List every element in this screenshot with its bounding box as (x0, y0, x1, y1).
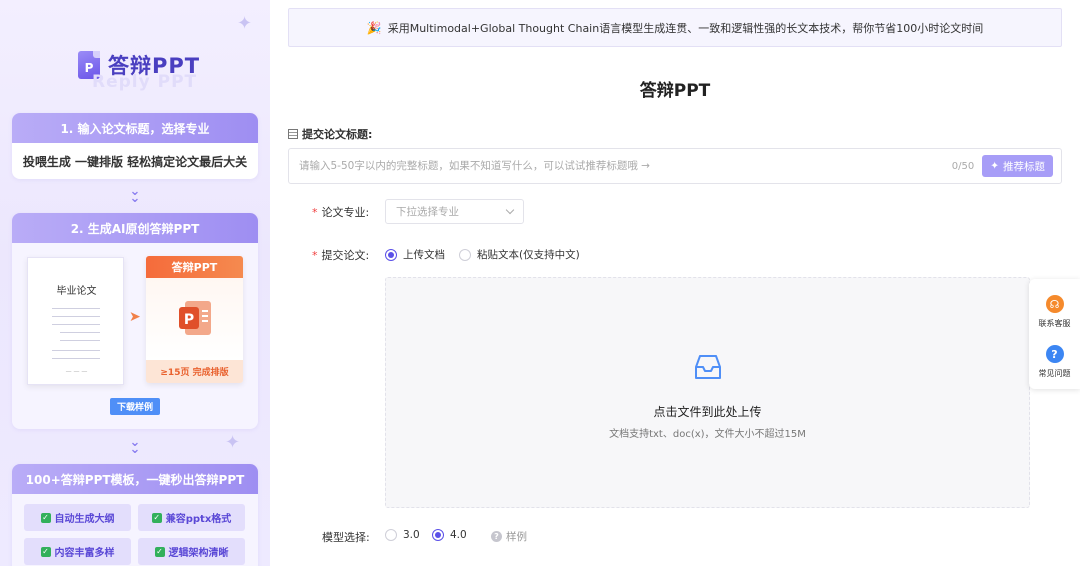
sample-link[interactable]: ? 样例 (491, 529, 527, 544)
paper-line (52, 308, 100, 309)
page-title: 答辩PPT (639, 81, 711, 101)
check-icon: ✓ (40, 546, 51, 557)
step3-card: 100+答辩PPT模板，一键秒出答辩PPT ✓ 自动生成大纲 ✓ 兼容pptx格… (12, 464, 258, 566)
submit-label: * 提交论文: (312, 247, 369, 263)
sparkle-icon: ✦ (225, 432, 241, 453)
radio-model-4[interactable]: 4.0 (432, 529, 467, 541)
paper-title: 毕业论文 (56, 286, 97, 297)
chevron-down-icon (505, 205, 515, 215)
recommend-title-button[interactable]: ✦ 推荐标题 (982, 155, 1053, 177)
check-icon: ✓ (154, 546, 165, 557)
char-counter: 0/50 (951, 160, 975, 172)
ppt-title: 答辩PPT (146, 256, 243, 278)
ppt-body: P (146, 278, 243, 360)
double-chevron-down-icon: ⌄ ⌄ (129, 184, 141, 206)
radio-button[interactable] (459, 248, 471, 261)
radio-label: 粘贴文本(仅支持中文) (477, 249, 580, 261)
announcement-banner: 🎉 采用Multimodal+Global Thought Chain语言模型生… (288, 8, 1062, 47)
title-label-text: 提交论文标题: (302, 128, 373, 141)
question-icon: ? (1045, 345, 1064, 363)
main-content: 🎉 采用Multimodal+Global Thought Chain语言模型生… (270, 0, 1080, 566)
upload-main-text: 点击文件到此处上传 (653, 405, 762, 419)
feature-item: ✓ 内容丰富多样 (24, 538, 131, 565)
radio-upload-doc[interactable]: 上传文档 (385, 247, 445, 262)
question-icon: ? (491, 531, 502, 542)
title-label: 提交论文标题: (288, 126, 372, 142)
faq-label: 常见问题 (1038, 369, 1071, 378)
feature-label: 逻辑架构清晰 (168, 548, 229, 559)
title-input[interactable] (299, 160, 952, 172)
major-label: * 论文专业: (312, 204, 369, 220)
major-select-placeholder: 下拉选择专业 (396, 206, 459, 218)
feature-item: ✓ 逻辑架构清晰 (138, 538, 245, 565)
paper-line (60, 340, 100, 341)
paper-line (52, 316, 100, 317)
recommend-label: 推荐标题 (1003, 160, 1045, 173)
banner-text: 采用Multimodal+Global Thought Chain语言模型生成连… (387, 21, 984, 35)
arrow-right-icon: ➤ (129, 309, 141, 325)
major-select[interactable]: 下拉选择专业 (385, 199, 524, 224)
party-popper-icon: 🎉 (366, 20, 382, 35)
double-chevron-down-icon: ⌄ ⌄ (129, 435, 141, 457)
powerpoint-icon: P (179, 301, 211, 335)
radio-label: 上传文档 (403, 249, 445, 261)
step2-title: 2. 生成AI原创答辩PPT (12, 213, 258, 243)
floating-help-panel: ☊ 联系客服 ? 常见问题 (1029, 279, 1080, 389)
step1-title: 1. 输入论文标题，选择专业 (12, 113, 258, 143)
ppt-preview: 答辩PPT P ≥15页 完成排版 (146, 256, 243, 383)
sparkle-icon: ✦ (990, 160, 999, 172)
file-upload-dropzone[interactable]: 点击文件到此处上传 文档支持txt、doc(x)，文件大小不超过15M (385, 277, 1030, 508)
paper-line (52, 324, 100, 325)
paper-line (52, 350, 100, 351)
download-sample-button[interactable]: 下载样例 (110, 398, 160, 415)
step3-title: 100+答辩PPT模板，一键秒出答辩PPT (12, 464, 258, 494)
step2-card: 2. 生成AI原创答辩PPT 毕业论文 — — — ➤ 答辩PPT P ≥15页… (12, 213, 258, 429)
ppt-footer: ≥15页 完成排版 (146, 360, 243, 383)
required-mark: * (312, 206, 318, 219)
required-mark: * (312, 249, 318, 262)
upload-hint-text: 文档支持txt、doc(x)，文件大小不超过15M (609, 429, 806, 440)
paper-line (52, 358, 100, 359)
faq-button[interactable]: ? 常见问题 (1029, 345, 1080, 379)
check-icon: ✓ (40, 512, 51, 523)
thesis-paper-preview: 毕业论文 — — — (27, 257, 124, 385)
radio-model-3[interactable]: 3.0 (385, 529, 420, 541)
radio-label: 3.0 (403, 529, 420, 541)
step1-card: 1. 输入论文标题，选择专业 投喂生成 一键排版 轻松搞定论文最后大关 (12, 113, 258, 179)
document-icon (288, 129, 298, 139)
sidebar: ✦ ✦ P 答辩PPT Reply PPT 1. 输入论文标题，选择专业 投喂生… (0, 0, 270, 566)
title-input-box: 0/50 ✦ 推荐标题 (288, 148, 1062, 184)
logo-subtext: Reply PPT (92, 72, 198, 92)
radio-paste-text[interactable]: 粘贴文本(仅支持中文) (459, 247, 580, 262)
feature-label: 自动生成大纲 (54, 514, 115, 525)
feature-item: ✓ 自动生成大纲 (24, 504, 131, 531)
inbox-icon (695, 355, 721, 379)
paper-line (60, 332, 100, 333)
feature-item: ✓ 兼容pptx格式 (138, 504, 245, 531)
contact-support-button[interactable]: ☊ 联系客服 (1029, 295, 1080, 329)
model-label: 模型选择: (322, 531, 370, 544)
paper-foot: — — — (65, 368, 88, 375)
feature-label: 兼容pptx格式 (165, 514, 232, 525)
sample-label: 样例 (506, 531, 527, 543)
major-label-text: 论文专业: (321, 206, 370, 219)
sparkle-icon: ✦ (237, 13, 253, 34)
contact-label: 联系客服 (1038, 319, 1071, 328)
radio-button[interactable] (385, 248, 397, 261)
radio-button[interactable] (432, 529, 444, 541)
radio-label: 4.0 (450, 529, 467, 541)
step1-body: 投喂生成 一键排版 轻松搞定论文最后大关 (22, 154, 248, 169)
svg-text:P: P (184, 312, 194, 328)
check-icon: ✓ (151, 512, 162, 523)
headset-icon: ☊ (1045, 295, 1064, 313)
feature-label: 内容丰富多样 (54, 548, 115, 559)
submit-label-text: 提交论文: (321, 249, 370, 262)
radio-button[interactable] (385, 529, 397, 541)
